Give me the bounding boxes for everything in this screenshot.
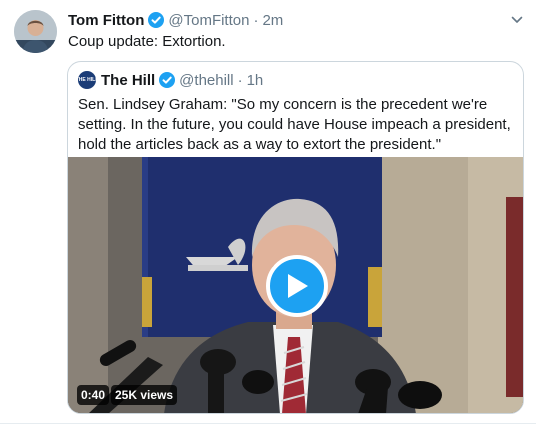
chevron-down-icon[interactable] — [509, 12, 525, 28]
avatar[interactable] — [14, 10, 57, 53]
video-views-badge: 25K views — [111, 385, 178, 405]
timestamp[interactable]: 2m — [262, 12, 283, 29]
tweet[interactable]: Tom Fitton @TomFitton · 2m Coup update: … — [0, 0, 536, 424]
play-icon — [288, 274, 308, 298]
quoted-tweet-text: Sen. Lindsey Graham: "So my concern is t… — [78, 96, 511, 153]
tweet-header: Tom Fitton @TomFitton · 2m — [68, 10, 283, 30]
quoted-author-handle[interactable]: @thehill — [179, 72, 233, 89]
quoted-timestamp[interactable]: 1h — [247, 72, 264, 89]
separator-dot: · — [253, 11, 259, 29]
video-duration-badge: 0:40 — [77, 385, 110, 405]
separator-dot: · — [237, 71, 243, 89]
quoted-author-name[interactable]: The Hill — [101, 72, 155, 89]
tweet-text: Coup update: Extortion. — [68, 33, 226, 50]
verified-badge-icon — [159, 72, 176, 88]
video-player[interactable]: 0:40 25K views — [68, 157, 523, 413]
author-handle[interactable]: @TomFitton — [168, 12, 249, 29]
verified-badge-icon — [148, 12, 165, 28]
author-name[interactable]: Tom Fitton — [68, 12, 144, 29]
quoted-tweet-card[interactable]: THE HILL The Hill @thehill · 1h Sen. Lin… — [67, 61, 524, 414]
play-button[interactable] — [266, 255, 328, 317]
quoted-tweet-header: THE HILL The Hill @thehill · 1h — [76, 70, 264, 90]
quoted-avatar[interactable]: THE HILL — [76, 71, 98, 89]
